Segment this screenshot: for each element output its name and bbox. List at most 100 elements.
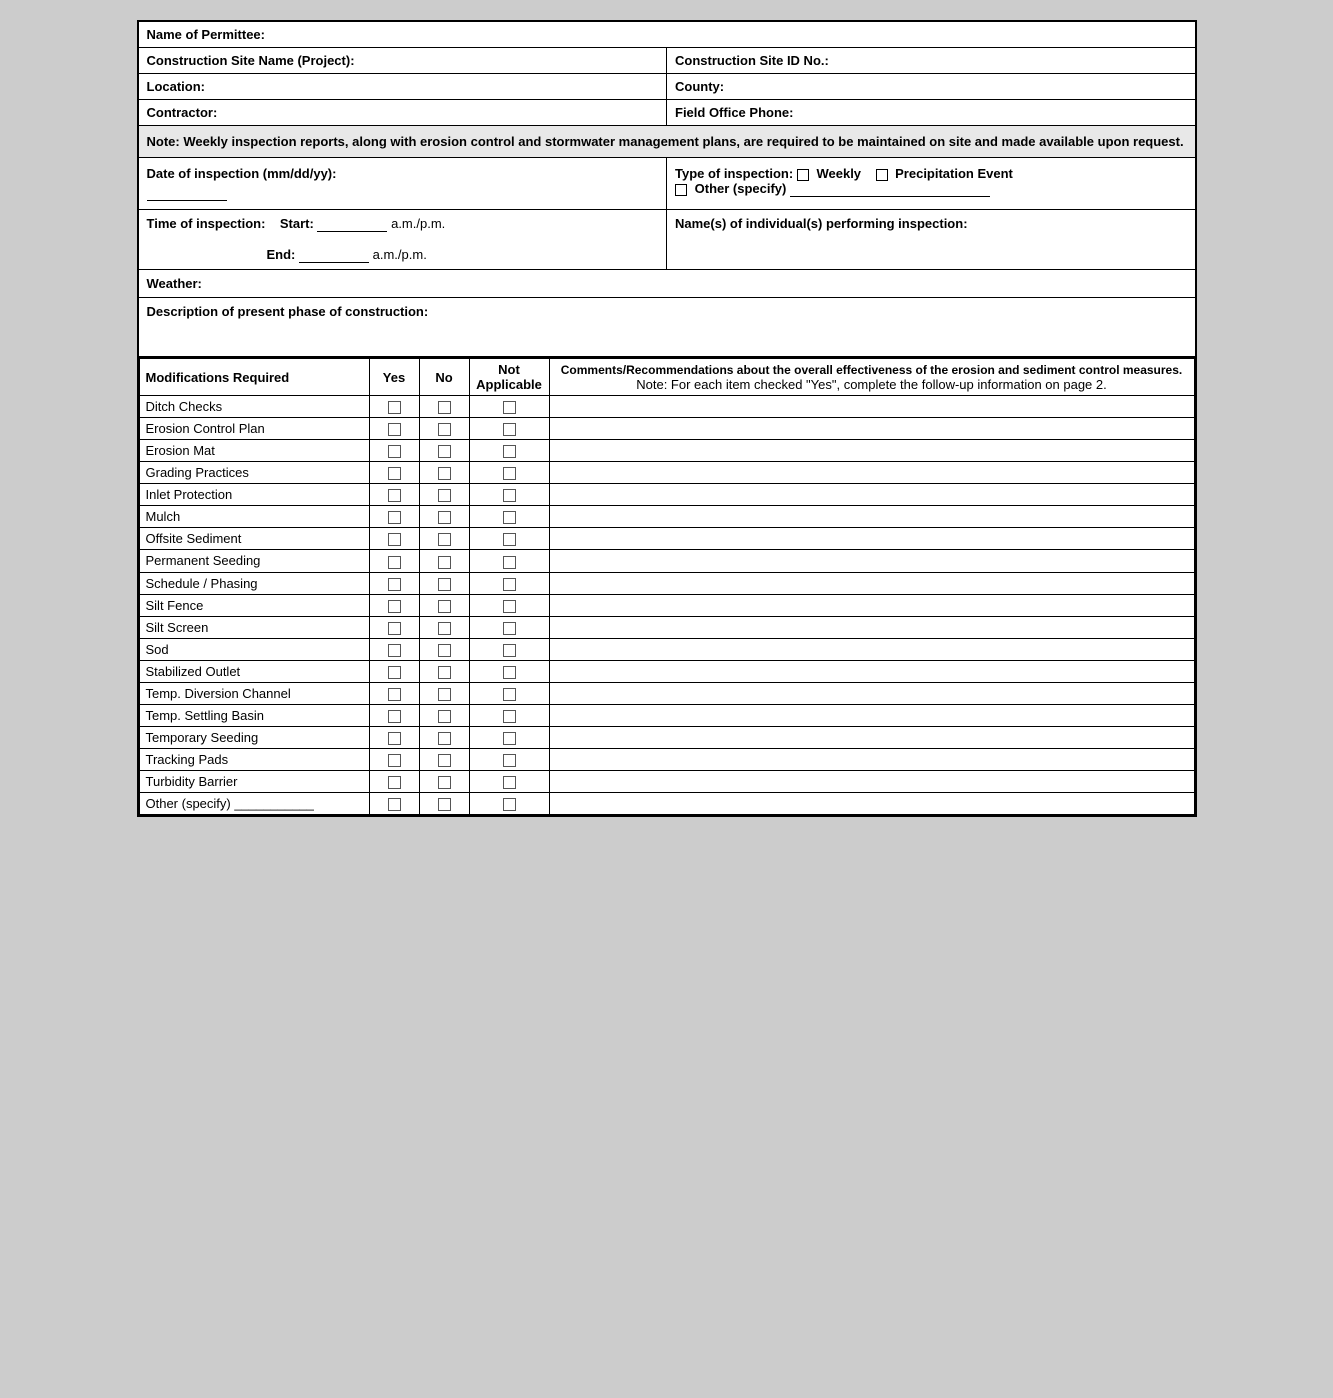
checklist-item-label: Tracking Pads: [139, 749, 369, 771]
na-cell: [469, 418, 549, 440]
no-checkbox[interactable]: [438, 511, 451, 524]
yes-checkbox[interactable]: [388, 732, 401, 745]
na-checkbox[interactable]: [503, 732, 516, 745]
na-checkbox[interactable]: [503, 511, 516, 524]
comments-cell: [549, 418, 1194, 440]
comments-cell: [549, 528, 1194, 550]
no-checkbox[interactable]: [438, 556, 451, 569]
yes-checkbox[interactable]: [388, 666, 401, 679]
na-cell: [469, 572, 549, 594]
location-cell: Location:: [139, 74, 668, 99]
na-checkbox[interactable]: [503, 600, 516, 613]
na-checkbox[interactable]: [503, 798, 516, 811]
no-checkbox[interactable]: [438, 401, 451, 414]
no-checkbox[interactable]: [438, 622, 451, 635]
checklist-row: Temporary Seeding: [139, 726, 1194, 748]
na-checkbox[interactable]: [503, 710, 516, 723]
permittee-row: Name of Permittee:: [139, 22, 1195, 48]
yes-cell: [369, 440, 419, 462]
comments-cell: [549, 572, 1194, 594]
yes-checkbox[interactable]: [388, 798, 401, 811]
precip-checkbox[interactable]: [876, 169, 888, 181]
no-checkbox[interactable]: [438, 600, 451, 613]
header-comments: Comments/Recommendations about the overa…: [549, 359, 1194, 396]
yes-checkbox[interactable]: [388, 511, 401, 524]
na-cell: [469, 506, 549, 528]
header-no: No: [419, 359, 469, 396]
checklist-row: Erosion Mat: [139, 440, 1194, 462]
na-checkbox[interactable]: [503, 556, 516, 569]
yes-checkbox[interactable]: [388, 423, 401, 436]
yes-cell: [369, 418, 419, 440]
no-cell: [419, 572, 469, 594]
yes-checkbox[interactable]: [388, 600, 401, 613]
checklist-row: Temp. Settling Basin: [139, 704, 1194, 726]
checklist-row: Tracking Pads: [139, 749, 1194, 771]
checklist-row: Silt Screen: [139, 616, 1194, 638]
start-label: Start:: [280, 216, 314, 231]
description-row: Description of present phase of construc…: [139, 298, 1195, 358]
na-checkbox[interactable]: [503, 622, 516, 635]
site-name-cell: Construction Site Name (Project):: [139, 48, 668, 73]
comments-cell: [549, 682, 1194, 704]
na-checkbox[interactable]: [503, 467, 516, 480]
other-checkbox[interactable]: [675, 184, 687, 196]
na-cell: [469, 616, 549, 638]
na-checkbox[interactable]: [503, 401, 516, 414]
no-checkbox[interactable]: [438, 688, 451, 701]
yes-checkbox[interactable]: [388, 401, 401, 414]
no-checkbox[interactable]: [438, 445, 451, 458]
yes-cell: [369, 396, 419, 418]
header-yes: Yes: [369, 359, 419, 396]
yes-cell: [369, 462, 419, 484]
na-checkbox[interactable]: [503, 666, 516, 679]
comments-cell: [549, 704, 1194, 726]
na-checkbox[interactable]: [503, 578, 516, 591]
na-cell: [469, 749, 549, 771]
checklist-item-label: Offsite Sediment: [139, 528, 369, 550]
na-checkbox[interactable]: [503, 754, 516, 767]
no-checkbox[interactable]: [438, 666, 451, 679]
no-checkbox[interactable]: [438, 423, 451, 436]
na-checkbox[interactable]: [503, 489, 516, 502]
na-cell: [469, 793, 549, 815]
na-checkbox[interactable]: [503, 776, 516, 789]
yes-checkbox[interactable]: [388, 556, 401, 569]
no-checkbox[interactable]: [438, 489, 451, 502]
na-checkbox[interactable]: [503, 688, 516, 701]
yes-checkbox[interactable]: [388, 445, 401, 458]
yes-checkbox[interactable]: [388, 710, 401, 723]
yes-checkbox[interactable]: [388, 467, 401, 480]
yes-checkbox[interactable]: [388, 578, 401, 591]
no-checkbox[interactable]: [438, 533, 451, 546]
ampm1: a.m./p.m.: [391, 216, 445, 231]
yes-checkbox[interactable]: [388, 533, 401, 546]
na-checkbox[interactable]: [503, 644, 516, 657]
yes-cell: [369, 749, 419, 771]
no-checkbox[interactable]: [438, 798, 451, 811]
inspection-date-row: Date of inspection (mm/dd/yy): Type of i…: [139, 158, 1195, 210]
site-row: Construction Site Name (Project): Constr…: [139, 48, 1195, 74]
yes-checkbox[interactable]: [388, 622, 401, 635]
no-checkbox[interactable]: [438, 754, 451, 767]
no-checkbox[interactable]: [438, 732, 451, 745]
yes-checkbox[interactable]: [388, 644, 401, 657]
weekly-checkbox[interactable]: [797, 169, 809, 181]
no-checkbox[interactable]: [438, 710, 451, 723]
no-checkbox[interactable]: [438, 776, 451, 789]
yes-checkbox[interactable]: [388, 754, 401, 767]
yes-checkbox[interactable]: [388, 489, 401, 502]
time-left: Time of inspection: Start: a.m./p.m. End…: [139, 210, 668, 269]
no-checkbox[interactable]: [438, 467, 451, 480]
na-checkbox[interactable]: [503, 533, 516, 546]
no-checkbox[interactable]: [438, 578, 451, 591]
na-checkbox[interactable]: [503, 423, 516, 436]
na-checkbox[interactable]: [503, 445, 516, 458]
yes-checkbox[interactable]: [388, 688, 401, 701]
site-id-label: Construction Site ID No.:: [675, 53, 829, 68]
checklist-item-label: Temp. Settling Basin: [139, 704, 369, 726]
phone-label: Field Office Phone:: [675, 105, 793, 120]
no-checkbox[interactable]: [438, 644, 451, 657]
yes-checkbox[interactable]: [388, 776, 401, 789]
yes-cell: [369, 484, 419, 506]
